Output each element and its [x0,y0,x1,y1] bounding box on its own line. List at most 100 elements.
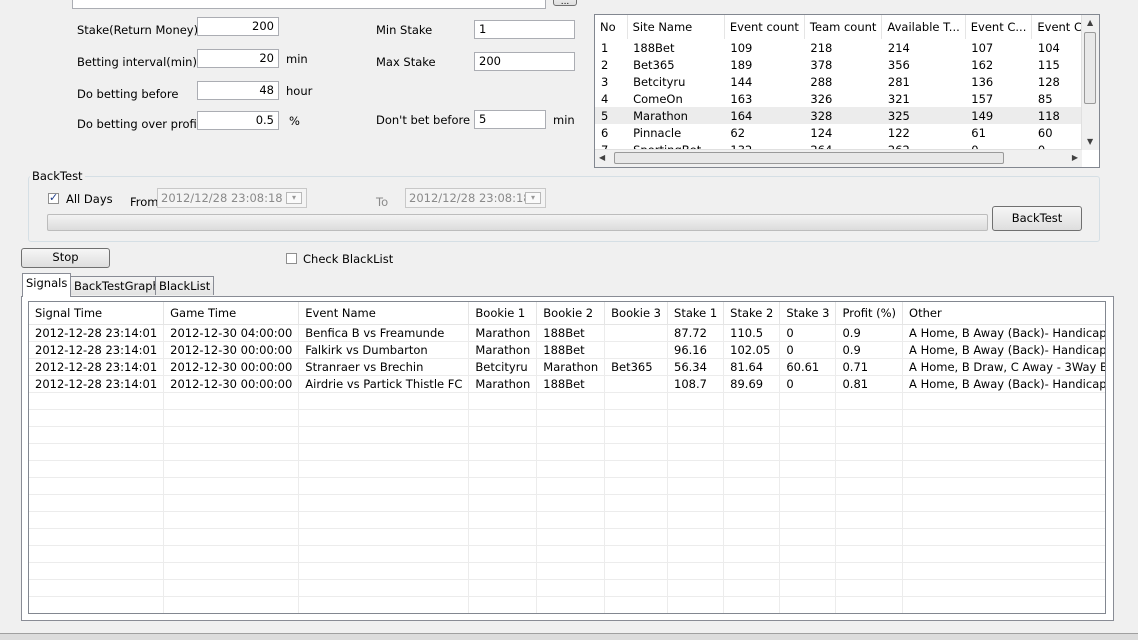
signal-column-header[interactable]: Profit (%) [835,302,904,325]
signal-cell-empty [298,477,470,495]
site-column-header[interactable]: Site Name [627,15,725,39]
calendar-dropdown-icon[interactable]: ▾ [286,192,302,204]
signal-cell-empty [163,596,300,613]
all-days-checkbox[interactable] [48,191,59,204]
signal-column-header[interactable]: Stake 2 [723,302,781,325]
signal-cell-empty [298,409,470,427]
signal-cell-empty [723,562,781,580]
signal-row[interactable]: 2012-12-28 23:14:01 2012-12-30 04:00:00 Be… [29,324,1105,342]
min-stake-input[interactable]: 1 [474,20,575,39]
to-date-picker[interactable]: 2012/12/28 23:08:18 ▾ [405,188,546,208]
signal-column-header[interactable]: Bookie 3 [604,302,669,325]
signal-column-header[interactable]: Game Time [163,302,300,325]
signal-column-header[interactable]: Stake 1 [667,302,725,325]
check-blacklist-checkbox[interactable] [286,253,297,264]
hscroll-thumb[interactable] [614,152,1004,164]
signal-cell-empty [902,392,1105,410]
signal-cell-empty [723,392,781,410]
backtest-button[interactable]: BackTest [992,206,1082,231]
signal-cell-empty [902,426,1105,444]
from-date-picker[interactable]: 2012/12/28 23:08:18 ▾ [157,188,307,208]
signal-cell-empty [604,528,669,546]
stop-button[interactable]: Stop [21,248,110,268]
signal-column-header[interactable]: Bookie 2 [536,302,606,325]
signal-cell-empty [536,392,606,410]
site-list[interactable]: No Site Name Event count Team count Availabl… [594,14,1100,168]
signal-cell-empty [604,579,669,597]
signal-row[interactable]: 2012-12-28 23:14:01 2012-12-30 00:00:00 Ai… [29,375,1105,393]
signal-row[interactable]: 2012-12-28 23:14:01 2012-12-30 00:00:00 St… [29,358,1105,376]
site-cell: 4 [601,91,609,106]
signals-list[interactable]: Signal Time Game Time Event Name Bookie 1 Bo… [28,301,1106,614]
signal-cell-empty [468,511,538,529]
signal-cell-empty [163,528,300,546]
site-row[interactable]: 2 Bet365 189 378 356 162 115 [595,56,1099,73]
site-row[interactable]: 6 Pinnacle 62 124 122 61 60 [595,124,1099,141]
signal-cell-empty [536,494,606,512]
signal-column-header[interactable]: Event Name [298,302,470,325]
dont-bet-input[interactable]: 5 [474,110,546,129]
profit-input[interactable]: 0.5 [197,111,279,130]
site-row[interactable]: 5 Marathon 164 328 325 149 118 [595,107,1099,124]
site-cell: 378 [810,57,833,72]
site-row[interactable]: 4 ComeOn 163 326 321 157 85 [595,90,1099,107]
scroll-down-icon[interactable]: ▼ [1087,137,1093,146]
signal-column-header[interactable]: Bookie 1 [468,302,538,325]
signal-cell-empty [163,494,300,512]
interval-input[interactable]: 20 [197,49,279,68]
signal-cell-empty [779,545,837,563]
signal-column-header[interactable]: Other [902,302,1105,325]
signal-cell-empty [723,545,781,563]
signal-cell-empty [604,596,669,613]
signal-cell-empty [835,392,904,410]
signal-column-header[interactable]: Signal Time [29,302,165,325]
min-stake-label: Min Stake [376,23,433,37]
max-stake-input[interactable]: 200 [474,52,575,71]
signal-cell-empty [667,460,725,478]
signal-cell-empty [29,392,165,410]
scroll-up-icon[interactable]: ▲ [1087,18,1093,27]
signal-cell-empty [723,460,781,478]
signal-cell-empty [723,579,781,597]
signal-row-empty [29,545,1105,563]
signal-cell: 60.61 [779,358,837,376]
site-column-header[interactable]: Event count [724,15,805,39]
site-list-vscroll[interactable]: ▲ ▼ [1081,15,1099,150]
site-list-hscroll[interactable]: ◀ ▶ [595,149,1082,167]
signals-table: Signal Time Game Time Event Name Bookie 1 Bo… [29,302,1105,613]
browse-button[interactable]: ... [553,0,577,7]
site-column-header[interactable]: Available T... [881,15,966,39]
signal-cell: 188Bet [536,375,606,393]
signal-cell-empty [835,409,904,427]
signal-cell-empty [902,528,1105,546]
site-row[interactable]: 1 188Bet 109 218 214 107 104 [595,39,1099,56]
signal-cell-empty [468,494,538,512]
tab-backtestgraph[interactable]: BackTestGraph [70,276,164,295]
signal-column-header[interactable]: Stake 3 [779,302,837,325]
site-column-header[interactable]: Event C... [965,15,1033,39]
signal-cell-empty [902,596,1105,613]
scroll-right-icon[interactable]: ▶ [1072,153,1078,162]
site-cell: 188Bet [633,40,675,55]
before-input[interactable]: 48 [197,81,279,100]
path-field[interactable] [72,0,546,9]
signal-cell-empty [835,562,904,580]
site-cell: 136 [971,74,994,89]
site-column-header[interactable]: Team count [804,15,883,39]
tab-signals[interactable]: Signals [22,273,72,297]
site-row[interactable]: 3 Betcityru 144 288 281 136 128 [595,73,1099,90]
signal-row-empty [29,426,1105,444]
signal-cell: 188Bet [536,324,606,342]
site-cell: Marathon [627,107,725,124]
stake-input[interactable]: 200 [197,17,279,36]
signal-row[interactable]: 2012-12-28 23:14:01 2012-12-30 00:00:00 Fa… [29,341,1105,359]
signal-cell: Falkirk vs Dumbarton [298,341,470,359]
scroll-left-icon[interactable]: ◀ [599,153,605,162]
scroll-thumb[interactable] [1084,32,1096,104]
tab-blacklist[interactable]: BlackList [155,276,215,295]
signal-cell: 56.34 [667,358,725,376]
calendar-dropdown-icon[interactable]: ▾ [525,192,541,204]
site-column-header[interactable]: No [595,15,628,39]
site-cell: 1 [601,40,609,55]
signal-row-empty [29,596,1105,613]
